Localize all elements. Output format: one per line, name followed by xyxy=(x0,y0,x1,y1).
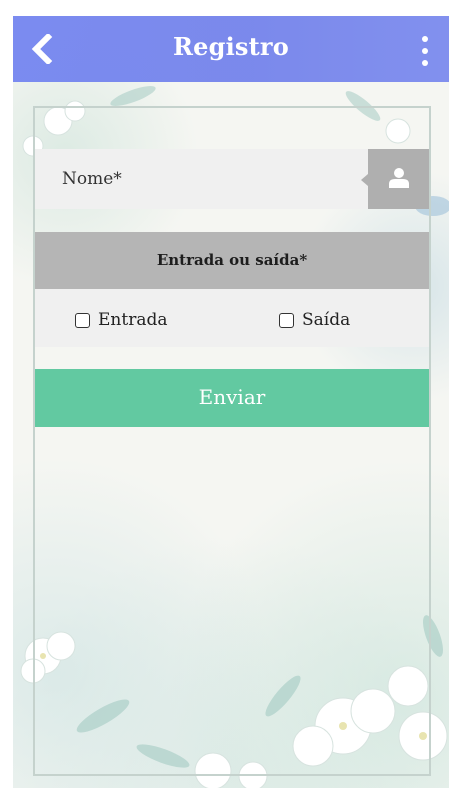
saida-checkbox[interactable] xyxy=(279,312,294,328)
user-icon xyxy=(389,168,409,188)
name-field[interactable]: Nome* xyxy=(35,149,429,209)
user-icon-button[interactable] xyxy=(361,149,429,209)
entry-exit-header-label: Entrada ou saída* xyxy=(156,251,308,269)
entrada-label: Entrada xyxy=(98,310,168,330)
name-field-label: Nome* xyxy=(62,169,122,189)
entry-exit-options: Entrada Saída xyxy=(35,289,429,347)
entrada-option[interactable]: Entrada xyxy=(75,310,167,330)
app-screen: Registro Nome* Entrada ou saída* Entrada… xyxy=(13,16,449,788)
saida-option[interactable]: Saída xyxy=(279,310,350,330)
saida-label: Saída xyxy=(302,310,351,330)
more-vertical-icon xyxy=(422,36,428,42)
entrada-checkbox[interactable] xyxy=(75,312,90,328)
submit-button[interactable]: Enviar xyxy=(35,369,429,427)
app-bar: Registro xyxy=(13,16,449,82)
submit-button-label: Enviar xyxy=(198,385,266,409)
entry-exit-header: Entrada ou saída* xyxy=(35,232,429,289)
overflow-menu-button[interactable] xyxy=(419,36,431,66)
page-title: Registro xyxy=(173,32,289,61)
